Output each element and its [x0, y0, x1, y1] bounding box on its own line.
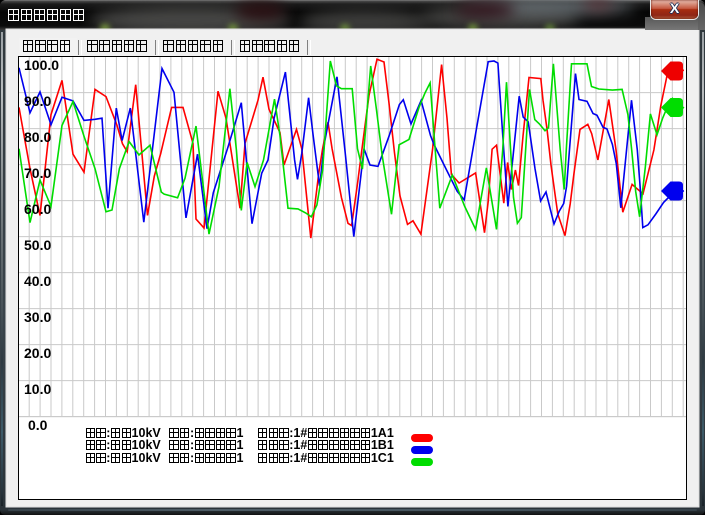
svg-text:80.0: 80.0: [24, 129, 51, 145]
svg-text:10.0: 10.0: [24, 381, 51, 397]
svg-text:50.0: 50.0: [24, 237, 51, 253]
svg-text:0.0: 0.0: [28, 417, 48, 433]
svg-text:60.0: 60.0: [24, 201, 51, 217]
svg-text:20.0: 20.0: [24, 345, 51, 361]
svg-text:40.0: 40.0: [24, 273, 51, 289]
svg-text:100.0: 100.0: [24, 57, 59, 73]
svg-text:30.0: 30.0: [24, 309, 51, 325]
svg-text:90.0: 90.0: [24, 93, 51, 109]
svg-text:70.0: 70.0: [24, 165, 51, 181]
